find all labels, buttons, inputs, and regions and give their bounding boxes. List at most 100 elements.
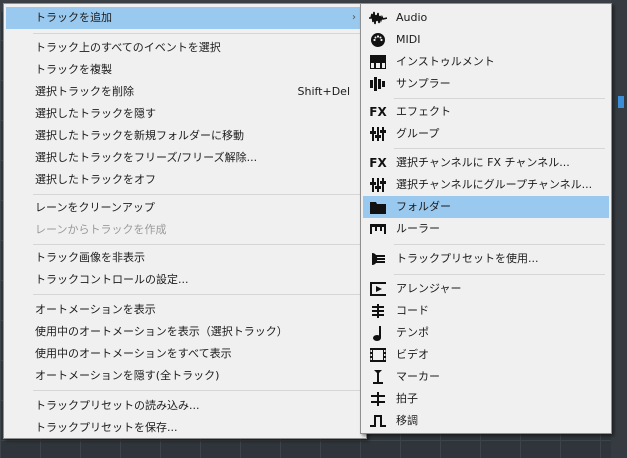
menu-item-show-automation[interactable]: オートメーションを表示 bbox=[6, 299, 364, 321]
submenu-item-marker[interactable]: マーカー bbox=[363, 366, 609, 388]
submenu-item-label: サンプラー bbox=[396, 77, 451, 90]
menu-separator bbox=[33, 33, 360, 34]
submenu-item-label: MIDI bbox=[396, 33, 421, 46]
menu-separator bbox=[394, 148, 605, 149]
menu-item-cleanup-lanes[interactable]: レーンをクリーンアップ bbox=[6, 197, 364, 219]
submenu-item-label: ビデオ bbox=[396, 348, 429, 361]
menu-separator bbox=[394, 244, 605, 245]
group-faders-icon bbox=[369, 126, 387, 142]
menu-item-label: オートメーションを隠す(全トラック) bbox=[35, 369, 220, 382]
menu-item-create-tracks-from-lanes: レーンからトラックを作成 bbox=[6, 219, 364, 241]
menu-item-label: 使用中のオートメーションをすべて表示 bbox=[35, 347, 232, 360]
menu-separator bbox=[33, 294, 360, 295]
menu-separator bbox=[394, 274, 605, 275]
chord-icon bbox=[369, 303, 387, 319]
submenu-item-label: グループ bbox=[396, 127, 440, 140]
sampler-icon bbox=[369, 76, 387, 92]
menu-item-label: 使用中のオートメーションを表示（選択トラック） bbox=[35, 325, 288, 338]
submenu-item-tempo[interactable]: テンポ bbox=[363, 322, 609, 344]
submenu-item-label: Audio bbox=[396, 11, 428, 24]
submenu-item-transpose[interactable]: 移調 bbox=[363, 410, 609, 432]
submenu-item-label: フォルダー bbox=[396, 200, 451, 213]
menu-item-save-track-preset[interactable]: トラックプリセットを保存... bbox=[6, 417, 364, 439]
submenu-item-midi[interactable]: MIDI bbox=[363, 29, 609, 51]
submenu-item-label: テンポ bbox=[396, 326, 429, 339]
submenu-item-sampler[interactable]: サンプラー bbox=[363, 73, 609, 95]
menu-item-track-controls-settings[interactable]: トラックコントロールの設定... bbox=[6, 269, 364, 291]
menu-item-freeze-tracks[interactable]: 選択したトラックをフリーズ/フリーズ解除... bbox=[6, 147, 364, 169]
submenu-item-label: 選択チャンネルにグループチャンネル... bbox=[396, 178, 593, 191]
blue-marker bbox=[618, 96, 624, 108]
menu-separator bbox=[394, 98, 605, 99]
marker-icon bbox=[369, 369, 387, 385]
right-scroll-area[interactable] bbox=[611, 0, 627, 458]
menu-item-show-all-used-automation[interactable]: 使用中のオートメーションをすべて表示 bbox=[6, 343, 364, 365]
menu-item-duplicate-track[interactable]: トラックを複製 bbox=[6, 59, 364, 81]
submenu-item-signature[interactable]: 拍子 bbox=[363, 388, 609, 410]
chevron-right-icon: › bbox=[352, 12, 356, 23]
menu-item-label: 選択トラックを削除 bbox=[35, 85, 134, 98]
midi-connector-icon bbox=[369, 32, 387, 48]
menu-item-label: レーンをクリーンアップ bbox=[35, 201, 155, 214]
shortcut-label: Shift+Del bbox=[297, 85, 350, 98]
group-faders-icon bbox=[369, 177, 387, 193]
menu-item-label: トラック上のすべてのイベントを選択 bbox=[35, 41, 221, 54]
menu-item-hide-track-pictures[interactable]: トラック画像を非表示 bbox=[6, 247, 364, 269]
submenu-item-label: 選択チャンネルに FX チャンネル... bbox=[396, 156, 570, 169]
menu-item-label: トラックコントロールの設定... bbox=[35, 273, 189, 286]
menu-item-show-used-automation-selected[interactable]: 使用中のオートメーションを表示（選択トラック） bbox=[6, 321, 364, 343]
menu-item-label: オートメーションを表示 bbox=[35, 303, 156, 316]
menu-item-disable-tracks[interactable]: 選択したトラックをオフ bbox=[6, 169, 364, 191]
arranger-icon bbox=[369, 281, 387, 297]
piano-keys-icon bbox=[369, 54, 387, 70]
menu-item-move-to-new-folder[interactable]: 選択したトラックを新規フォルダーに移動 bbox=[6, 125, 364, 147]
menu-item-label: 選択したトラックをフリーズ/フリーズ解除... bbox=[35, 151, 258, 164]
submenu-item-label: コード bbox=[396, 304, 429, 317]
submenu-item-chord[interactable]: コード bbox=[363, 300, 609, 322]
submenu-item-arranger[interactable]: アレンジャー bbox=[363, 278, 609, 300]
tempo-note-icon bbox=[369, 325, 387, 341]
submenu-item-group-channel-to-selected[interactable]: 選択チャンネルにグループチャンネル... bbox=[363, 174, 609, 196]
submenu-item-label: 拍子 bbox=[396, 392, 418, 405]
submenu-item-ruler[interactable]: ルーラー bbox=[363, 218, 609, 240]
submenu-item-group[interactable]: グループ bbox=[363, 123, 609, 145]
menu-item-hide-automation-all[interactable]: オートメーションを隠す(全トラック) bbox=[6, 365, 364, 387]
folder-icon bbox=[369, 199, 387, 215]
submenu-item-folder[interactable]: フォルダー bbox=[363, 196, 609, 218]
menu-separator bbox=[33, 244, 360, 245]
ruler-icon bbox=[369, 221, 387, 237]
menu-item-label: 選択したトラックを新規フォルダーに移動 bbox=[35, 129, 244, 142]
menu-item-label: トラックを複製 bbox=[35, 63, 112, 76]
menu-item-hide-selected-tracks[interactable]: 選択したトラックを隠す bbox=[6, 103, 364, 125]
fx-icon: FX bbox=[369, 105, 387, 119]
submenu-item-video[interactable]: ビデオ bbox=[363, 344, 609, 366]
fx-icon: FX bbox=[369, 156, 387, 170]
track-preset-icon bbox=[369, 251, 387, 267]
track-context-menu: トラックを追加 › トラック上のすべてのイベントを選択 トラックを複製 選択トラ… bbox=[3, 3, 367, 439]
submenu-item-label: アレンジャー bbox=[396, 282, 462, 295]
transpose-icon bbox=[369, 413, 387, 429]
menu-item-label: 選択したトラックをオフ bbox=[35, 173, 156, 186]
submenu-item-label: エフェクト bbox=[396, 105, 451, 118]
submenu-item-label: マーカー bbox=[396, 370, 440, 383]
submenu-item-effect[interactable]: FX エフェクト bbox=[363, 101, 609, 123]
submenu-item-label: 移調 bbox=[396, 414, 418, 427]
audio-waveform-icon bbox=[369, 10, 387, 26]
menu-item-label: トラックプリセットの読み込み... bbox=[35, 399, 200, 412]
menu-item-load-track-preset[interactable]: トラックプリセットの読み込み... bbox=[6, 395, 364, 417]
menu-item-label: レーンからトラックを作成 bbox=[35, 223, 167, 236]
submenu-item-label: ルーラー bbox=[396, 222, 440, 235]
submenu-item-instrument[interactable]: インストゥルメント bbox=[363, 51, 609, 73]
submenu-item-fx-channel-to-selected[interactable]: FX 選択チャンネルに FX チャンネル... bbox=[363, 152, 609, 174]
menu-item-delete-selected-tracks[interactable]: 選択トラックを削除 Shift+Del bbox=[6, 81, 364, 103]
menu-item-label: トラック画像を非表示 bbox=[35, 251, 145, 264]
menu-item-label: トラックを追加 bbox=[35, 11, 112, 24]
menu-item-add-track[interactable]: トラックを追加 › bbox=[6, 7, 364, 29]
submenu-item-use-track-preset[interactable]: トラックプリセットを使用... bbox=[363, 248, 609, 270]
menu-item-select-all-events[interactable]: トラック上のすべてのイベントを選択 bbox=[6, 37, 364, 59]
video-film-icon bbox=[369, 347, 387, 363]
signature-icon bbox=[369, 391, 387, 407]
submenu-item-audio[interactable]: Audio bbox=[363, 7, 609, 29]
submenu-item-label: トラックプリセットを使用... bbox=[396, 252, 539, 265]
menu-separator bbox=[33, 194, 360, 195]
